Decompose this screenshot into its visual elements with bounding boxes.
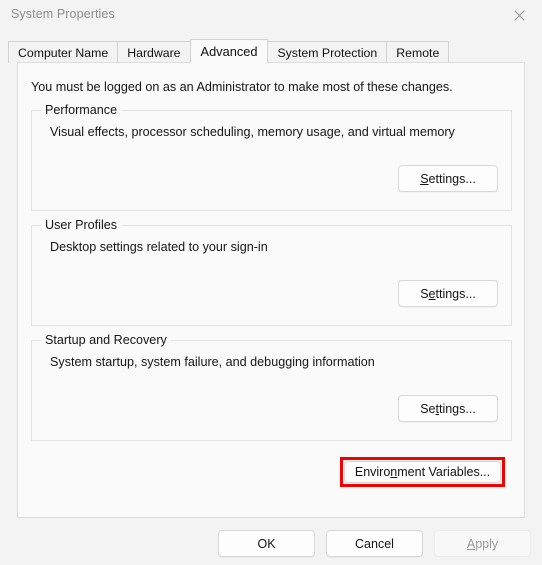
apply-button[interactable]: Apply [434,530,531,557]
tab-hardware[interactable]: Hardware [117,41,191,63]
tab-label: Hardware [127,45,181,60]
button-label: Settings... [420,171,476,186]
tab-system-protection[interactable]: System Protection [267,41,388,63]
title-bar: System Properties [0,0,542,32]
cancel-button[interactable]: Cancel [326,530,423,557]
tab-computer-name[interactable]: Computer Name [8,41,119,63]
administrator-notice: You must be logged on as an Administrato… [31,80,453,94]
user-profiles-settings-button[interactable]: Settings... [398,280,498,307]
group-legend: Performance [41,103,122,117]
group-description: Desktop settings related to your sign-in [50,240,268,254]
group-legend: Startup and Recovery [41,333,171,347]
startup-recovery-settings-button[interactable]: Settings... [398,395,498,422]
performance-settings-button[interactable]: Settings... [398,165,498,192]
environment-variables-button[interactable]: Environment Variables... [344,461,501,483]
button-label: Settings... [420,401,476,416]
tab-label: Advanced [200,44,258,59]
button-label: Settings... [420,286,476,301]
group-performance: Performance Visual effects, processor sc… [31,103,512,211]
group-description: System startup, system failure, and debu… [50,355,375,369]
button-label: Cancel [355,536,394,551]
tab-label: Computer Name [18,45,109,60]
group-startup-and-recovery: Startup and Recovery System startup, sys… [31,333,512,441]
close-button[interactable] [497,0,542,30]
group-user-profiles: User Profiles Desktop settings related t… [31,218,512,326]
button-label: Apply [466,536,499,551]
ok-button[interactable]: OK [218,530,315,557]
tab-label: Remote [396,45,440,60]
group-description: Visual effects, processor scheduling, me… [50,125,455,139]
tab-remote[interactable]: Remote [386,41,450,63]
tab-strip: Computer Name Hardware Advanced System P… [8,39,450,63]
button-label: Environment Variables... [354,465,491,479]
group-legend: User Profiles [41,218,122,232]
tab-advanced[interactable]: Advanced [189,39,269,63]
close-icon [514,9,525,21]
button-label: OK [257,536,276,551]
tab-label: System Protection [277,45,378,60]
window-title: System Properties [11,7,115,21]
tab-page-advanced: You must be logged on as an Administrato… [17,62,525,518]
